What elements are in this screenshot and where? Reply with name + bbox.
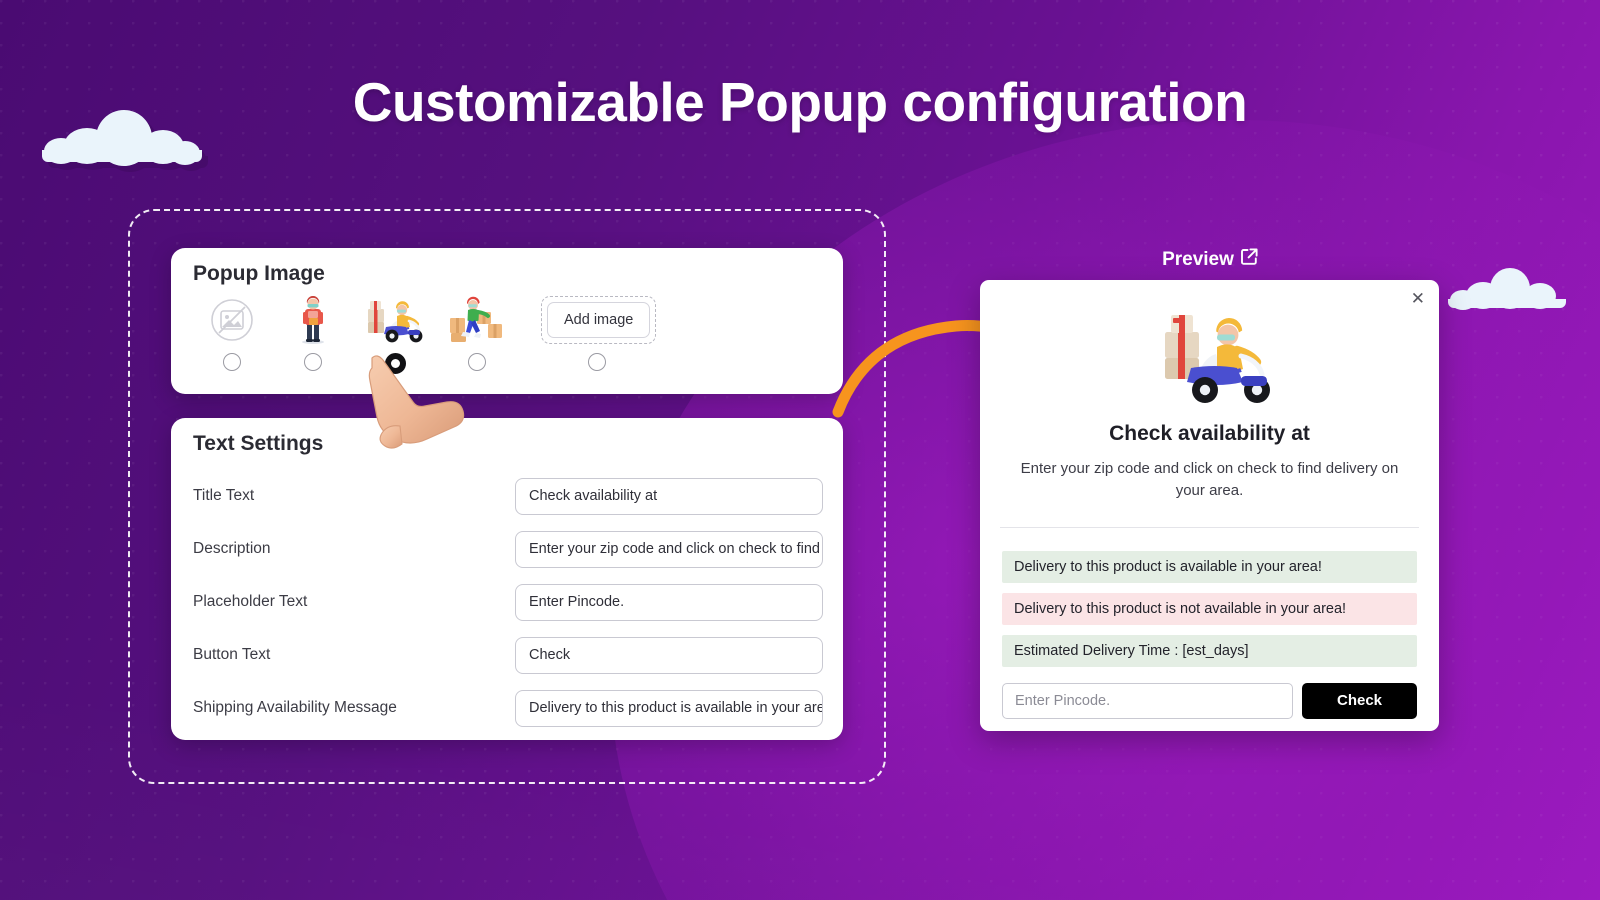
preview-label-text: Preview — [1162, 248, 1234, 270]
popup-image-card-title: Popup Image — [193, 262, 325, 285]
thumbnail-option-no-image[interactable] — [193, 296, 271, 371]
thumbnail-option-delivery-person[interactable] — [274, 296, 352, 371]
title-text-input[interactable]: Check availability at — [515, 477, 823, 515]
preview-label[interactable]: Preview — [1080, 248, 1340, 271]
page-title: Customizable Popup configuration — [352, 71, 1248, 133]
field-row-placeholder-text: Placeholder Text Enter Pincode. — [193, 582, 823, 622]
field-label-button-text: Button Text — [193, 646, 271, 663]
delivery-person-standing-icon — [274, 296, 352, 344]
thumbnail-radio-add-image[interactable] — [588, 353, 606, 371]
availability-error-message: Delivery to this product is not availabl… — [1002, 592, 1417, 625]
promo-banner: Customizable Popup configuration Popup I… — [0, 0, 1600, 900]
popup-message-list: Delivery to this product is available in… — [980, 550, 1439, 667]
field-label-shipping-availability-message: Shipping Availability Message — [193, 699, 397, 716]
popup-image-thumbnail-row: Add image — [193, 296, 823, 386]
shipping-availability-message-input[interactable]: Delivery to this product is available in… — [515, 689, 823, 727]
field-row-title-text: Title Text Check availability at — [193, 476, 823, 516]
cloud-icon — [1448, 268, 1566, 310]
thumbnail-option-walking-courier[interactable] — [438, 296, 516, 371]
preview-popup: ✕ Check availability at Enter your zip c… — [980, 280, 1439, 731]
popup-image-card: Popup Image Add image — [171, 248, 843, 394]
add-image-option[interactable]: Add image — [541, 296, 657, 371]
description-input[interactable]: Enter your zip code and click on check t… — [515, 530, 823, 568]
availability-success-message: Delivery to this product is available in… — [1002, 550, 1417, 583]
add-image-button[interactable]: Add image — [547, 302, 651, 338]
popup-heading: Check availability at — [1109, 422, 1310, 445]
popup-divider — [1000, 526, 1419, 528]
check-button[interactable]: Check — [1302, 682, 1417, 719]
field-label-title-text: Title Text — [193, 487, 255, 504]
placeholder-text-input[interactable]: Enter Pincode. — [515, 583, 823, 621]
text-settings-card: Text Settings Title Text Check availabil… — [171, 418, 843, 740]
popup-pincode-form: Check — [1002, 682, 1417, 719]
scooter-courier-icon — [1135, 310, 1285, 408]
thumbnail-radio-4[interactable] — [468, 353, 486, 371]
scooter-courier-icon — [356, 296, 434, 344]
thumbnail-radio-2[interactable] — [304, 353, 322, 371]
no-image-icon — [193, 296, 271, 344]
add-image-dropzone[interactable]: Add image — [541, 296, 657, 344]
thumbnail-radio-3[interactable] — [384, 353, 406, 374]
close-icon[interactable]: ✕ — [1411, 290, 1425, 307]
text-settings-card-title: Text Settings — [193, 432, 324, 455]
field-label-description: Description — [193, 540, 271, 557]
external-link-icon[interactable] — [1240, 248, 1258, 271]
popup-description: Enter your zip code and click on check t… — [1020, 460, 1399, 499]
field-row-button-text: Button Text Check — [193, 635, 823, 675]
field-row-shipping-availability-message: Shipping Availability Message Delivery t… — [193, 688, 823, 728]
thumbnail-radio-1[interactable] — [223, 353, 241, 371]
walking-courier-boxes-icon — [438, 296, 516, 344]
pincode-input[interactable] — [1002, 682, 1293, 719]
field-row-description: Description Enter your zip code and clic… — [193, 529, 823, 569]
field-label-placeholder-text: Placeholder Text — [193, 593, 308, 610]
thumbnail-option-scooter-courier[interactable] — [356, 296, 434, 374]
button-text-input[interactable]: Check — [515, 636, 823, 674]
estimated-delivery-time-message: Estimated Delivery Time : [est_days] — [1002, 634, 1417, 667]
